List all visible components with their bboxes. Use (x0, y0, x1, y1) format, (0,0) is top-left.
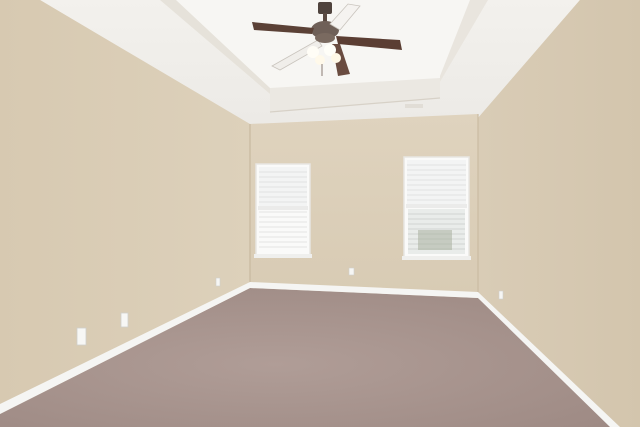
outlet-left-mid (120, 312, 129, 328)
outlet-right (498, 290, 504, 300)
light-bulb (315, 55, 325, 65)
outlet-left-near (76, 327, 87, 346)
outlet-back-wall (348, 267, 355, 276)
bedroom-scene (0, 0, 640, 427)
window-right (402, 156, 471, 260)
ceiling-vent (405, 104, 423, 108)
outlet-left-far (215, 277, 221, 287)
light-bulb (331, 53, 341, 63)
window-left (254, 163, 312, 258)
